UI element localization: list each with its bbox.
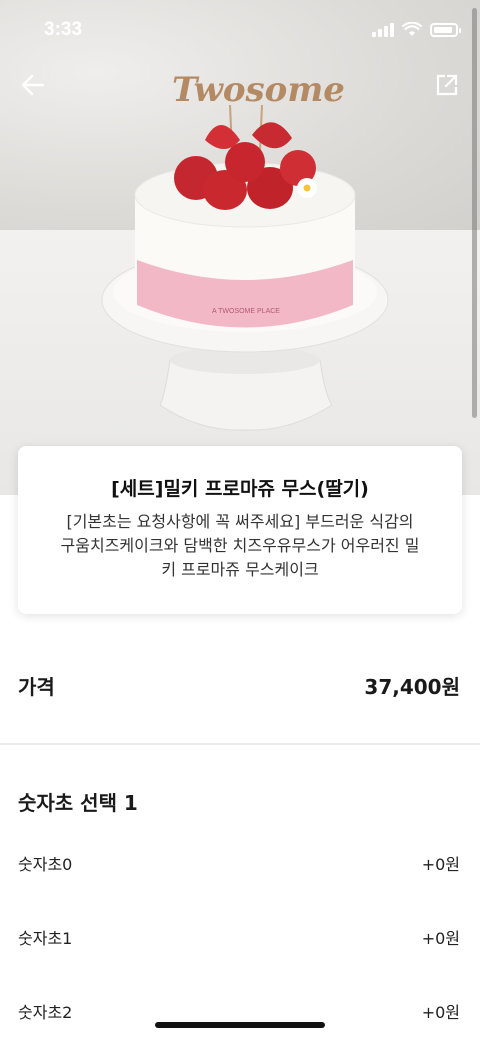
product-title: [세트]밀키 프로마쥬 무스(딸기) bbox=[111, 478, 369, 500]
product-hero-image: A TWOSOME PLACE Twosome bbox=[0, 0, 480, 495]
option-price: +0원 bbox=[421, 929, 460, 948]
share-icon bbox=[436, 74, 458, 96]
option-item[interactable]: 숫자초1 +0원 bbox=[18, 922, 460, 952]
product-info-card: [세트]밀키 프로마쥬 무스(딸기) [기본초는 요청사항에 꼭 써주세요] 부… bbox=[18, 446, 462, 614]
wifi-icon bbox=[402, 22, 422, 36]
cake-band-text: A TWOSOME PLACE bbox=[212, 308, 280, 315]
section-divider bbox=[0, 743, 480, 745]
price-label: 가격 bbox=[18, 674, 55, 699]
scrollbar[interactable] bbox=[472, 8, 477, 418]
status-time: 3:33 bbox=[44, 19, 83, 40]
share-button[interactable] bbox=[432, 70, 462, 100]
option-label: 숫자초0 bbox=[18, 855, 73, 874]
option-label: 숫자초2 bbox=[18, 1003, 73, 1022]
back-arrow-icon bbox=[21, 74, 45, 96]
cellular-signal-icon bbox=[372, 22, 394, 37]
options-section-title: 숫자초 선택 1 bbox=[18, 791, 138, 815]
home-indicator[interactable] bbox=[155, 1022, 325, 1028]
product-description: [기본초는 요청사항에 꼭 써주세요] 부드러운 식감의 구움치즈케이크와 담백… bbox=[60, 512, 420, 579]
option-item[interactable]: 숫자초0 +0원 bbox=[18, 848, 460, 878]
option-label: 숫자초1 bbox=[18, 929, 73, 948]
price-row: 가격 37,400원 bbox=[18, 668, 460, 702]
option-price: +0원 bbox=[421, 1003, 460, 1022]
price-value: 37,400원 bbox=[364, 674, 460, 699]
back-button[interactable] bbox=[18, 70, 48, 100]
cake-topper-logo: Twosome bbox=[172, 70, 345, 110]
battery-icon bbox=[430, 22, 461, 37]
option-price: +0원 bbox=[421, 855, 460, 874]
status-bar: 3:33 bbox=[0, 0, 480, 60]
